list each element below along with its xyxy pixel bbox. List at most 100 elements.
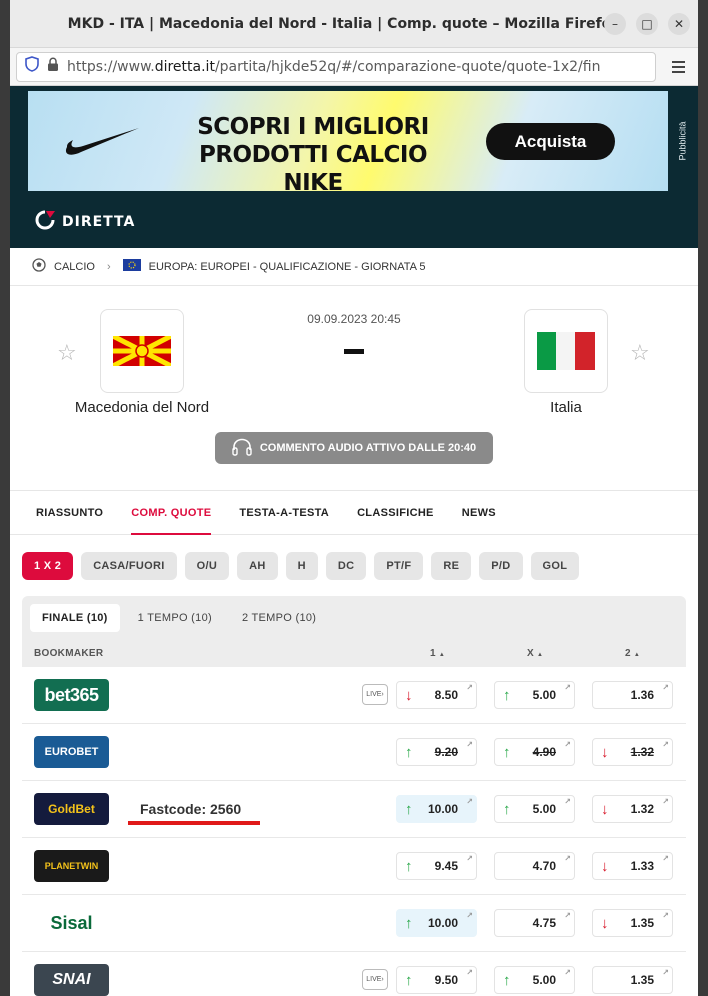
ad-banner[interactable]: SCOPRI I MIGLIORI PRODOTTI CALCIO NIKE A… xyxy=(28,91,668,191)
market-pd[interactable]: P/D xyxy=(479,552,523,580)
live-badge[interactable]: LIVE› xyxy=(362,969,388,990)
fastcode-underline xyxy=(128,821,260,825)
breadcrumb-competition[interactable]: EUROPA: EUROPEI - QUALIFICAZIONE - GIORN… xyxy=(149,261,426,273)
tab-riassunto[interactable]: RIASSUNTO xyxy=(36,491,103,535)
tab-testa-a-testa[interactable]: TESTA-A-TESTA xyxy=(239,491,329,535)
odds-cell[interactable]: ↑ 5.00 ↗ xyxy=(494,966,575,994)
header-col-1[interactable]: 1 ▲ xyxy=(430,648,445,659)
bookmaker-logo[interactable]: bet365 xyxy=(34,679,109,711)
north-macedonia-flag-icon xyxy=(113,336,171,366)
maximize-button[interactable]: □ xyxy=(636,13,658,35)
odds-cell[interactable]: ↑ 10.00 ↗ xyxy=(396,909,477,937)
eu-flag-icon xyxy=(122,259,141,274)
odds-value: 4.90 xyxy=(532,745,556,759)
market-re[interactable]: RE xyxy=(431,552,472,580)
external-link-icon: ↗ xyxy=(662,683,669,692)
brand-name[interactable]: DIRETTA xyxy=(62,214,135,230)
odds-value: 8.50 xyxy=(434,688,458,702)
bookmaker-row: GoldBet Fastcode: 2560 ↑ 10.00 ↗ ↑ 5.00 ↗ ↓ 1.32 ↗ xyxy=(22,781,686,838)
external-link-icon: ↗ xyxy=(466,797,473,806)
live-badge[interactable]: LIVE› xyxy=(362,684,388,705)
odds-cell[interactable]: 4.70 ↗ xyxy=(494,852,575,880)
close-button[interactable]: ✕ xyxy=(668,13,690,35)
odds-cell[interactable]: ↑ 10.00 ↗ xyxy=(396,795,477,823)
arrow-up-icon: ↑ xyxy=(405,744,413,761)
header-col-x[interactable]: X ▲ xyxy=(527,648,543,659)
market-dc[interactable]: DC xyxy=(325,552,367,580)
menu-icon[interactable] xyxy=(664,60,692,73)
odds-cell[interactable]: ↑ 4.90 ↗ xyxy=(494,738,575,766)
url-text[interactable]: https://www.diretta.it/partita/hjkde52q/… xyxy=(67,59,600,75)
url-bar[interactable]: https://www.diretta.it/partita/hjkde52q/… xyxy=(16,51,656,82)
away-team-name[interactable]: Italia xyxy=(486,399,646,416)
window-title: MKD - ITA | Macedonia del Nord - Italia … xyxy=(67,15,621,32)
market-ah[interactable]: AH xyxy=(237,552,278,580)
header-bookmaker[interactable]: BOOKMAKER xyxy=(22,648,103,659)
arrow-up-icon: ↑ xyxy=(405,858,413,875)
market-casa-fuori[interactable]: CASA/FUORI xyxy=(81,552,177,580)
odds-cell[interactable]: ↓ 1.32 ↗ xyxy=(592,795,673,823)
odds-cell[interactable]: ↑ 5.00 ↗ xyxy=(494,681,575,709)
market-ou[interactable]: O/U xyxy=(184,552,230,580)
tab-news[interactable]: NEWS xyxy=(462,491,496,535)
odds-cell[interactable]: ↓ 8.50 ↗ xyxy=(396,681,477,709)
odds-value: 4.70 xyxy=(532,859,556,873)
external-link-icon: ↗ xyxy=(564,854,571,863)
odds-value: 1.35 xyxy=(630,973,654,987)
market-h[interactable]: H xyxy=(285,552,318,580)
odds-cell[interactable]: ↑ 9.45 ↗ xyxy=(396,852,477,880)
odds-cell[interactable]: 1.36 ↗ xyxy=(592,681,673,709)
external-link-icon: ↗ xyxy=(662,854,669,863)
external-link-icon: ↗ xyxy=(662,740,669,749)
odds-cell[interactable]: ↑ 5.00 ↗ xyxy=(494,795,575,823)
ad-area: SCOPRI I MIGLIORI PRODOTTI CALCIO NIKE A… xyxy=(10,86,698,196)
tab-classifiche[interactable]: CLASSIFICHE xyxy=(357,491,434,535)
breadcrumb-sport[interactable]: CALCIO xyxy=(54,261,95,273)
bookmaker-row: SNAI LIVE› ↑ 9.50 ↗ ↑ 5.00 ↗ 1.35 ↗ xyxy=(22,952,686,996)
bookmaker-logo[interactable]: GoldBet xyxy=(34,793,109,825)
odds-value: 10.00 xyxy=(427,916,458,930)
favorite-star-icon[interactable]: ☆ xyxy=(630,340,650,366)
odds-cell[interactable]: ↓ 1.33 ↗ xyxy=(592,852,673,880)
odds-panel: FINALE (10) 1 TEMPO (10) 2 TEMPO (10) BO… xyxy=(22,596,686,996)
lock-icon[interactable] xyxy=(47,57,59,77)
odds-cell[interactable]: 4.75 ↗ xyxy=(494,909,575,937)
market-1x2[interactable]: 1 X 2 xyxy=(22,552,74,580)
arrow-down-icon: ↓ xyxy=(601,744,609,761)
odds-value: 1.36 xyxy=(630,688,654,702)
odds-value: 1.35 xyxy=(630,916,654,930)
odds-value: 1.32 xyxy=(630,745,654,759)
bookmaker-logo[interactable]: PLANETWIN xyxy=(34,850,109,882)
odds-cell[interactable]: 1.35 ↗ xyxy=(592,966,673,994)
bookmaker-row: PLANETWIN ↑ 9.45 ↗ 4.70 ↗ ↓ 1.33 ↗ xyxy=(22,838,686,895)
market-ptf[interactable]: PT/F xyxy=(374,552,424,580)
ad-cta-button[interactable]: Acquista xyxy=(486,123,615,160)
external-link-icon: ↗ xyxy=(564,968,571,977)
minimize-button[interactable]: – xyxy=(604,13,626,35)
odds-table-body: bet365 LIVE› ↓ 8.50 ↗ ↑ 5.00 ↗ 1.36 ↗ EUROBET ↑ 9.20… xyxy=(22,667,686,996)
brand-bar: DIRETTA xyxy=(10,196,698,248)
match-tabs: RIASSUNTO COMP. QUOTE TESTA-A-TESTA CLAS… xyxy=(10,491,698,535)
favorite-star-icon[interactable]: ☆ xyxy=(57,340,77,366)
external-link-icon: ↗ xyxy=(662,911,669,920)
external-link-icon: ↗ xyxy=(564,740,571,749)
shield-icon[interactable] xyxy=(25,56,39,77)
home-team-name[interactable]: Macedonia del Nord xyxy=(62,399,222,416)
external-link-icon: ↗ xyxy=(466,740,473,749)
header-col-2[interactable]: 2 ▲ xyxy=(625,648,640,659)
audio-commentary-button[interactable]: COMMENTO AUDIO ATTIVO DALLE 20:40 xyxy=(215,432,493,464)
bookmaker-logo[interactable]: EUROBET xyxy=(34,736,109,768)
period-2-tempo[interactable]: 2 TEMPO (10) xyxy=(230,604,328,632)
odds-cell[interactable]: ↓ 1.32 ↗ xyxy=(592,738,673,766)
tab-comp-quote[interactable]: COMP. QUOTE xyxy=(131,491,212,535)
odds-cell[interactable]: ↑ 9.50 ↗ xyxy=(396,966,477,994)
market-gol[interactable]: GOL xyxy=(530,552,580,580)
period-1-tempo[interactable]: 1 TEMPO (10) xyxy=(126,604,224,632)
odds-cell[interactable]: ↓ 1.35 ↗ xyxy=(592,909,673,937)
period-finale[interactable]: FINALE (10) xyxy=(30,603,120,632)
bookmaker-logo[interactable]: Sisal xyxy=(34,907,109,939)
bookmaker-logo[interactable]: SNAI xyxy=(34,964,109,996)
diretta-logo-icon[interactable] xyxy=(34,210,56,235)
odds-cell[interactable]: ↑ 9.20 ↗ xyxy=(396,738,477,766)
away-team-logo[interactable] xyxy=(524,309,608,393)
